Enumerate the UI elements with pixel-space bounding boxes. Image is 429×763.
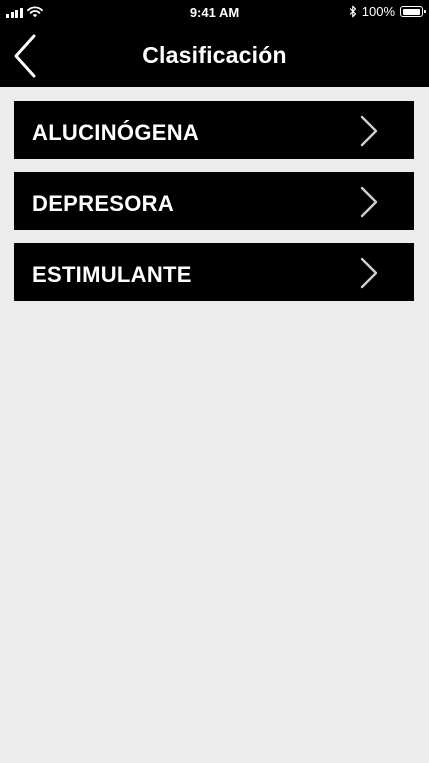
bluetooth-icon: [349, 5, 356, 18]
list-item[interactable]: ALUCINÓGENA: [14, 101, 414, 159]
battery-percentage: 100%: [361, 4, 395, 19]
list-item[interactable]: ESTIMULANTE: [14, 243, 414, 301]
list-item-label: DEPRESORA: [32, 191, 175, 216]
battery-fill: [402, 8, 420, 15]
list-item-label: ESTIMULANTE: [32, 262, 192, 287]
list-item[interactable]: DEPRESORA: [14, 172, 414, 230]
chevron-right-icon: [360, 257, 378, 289]
chevron-right-icon: [360, 186, 378, 218]
status-bar: 9:41 AM 100%: [0, 0, 429, 26]
battery-tip: [424, 10, 426, 13]
chevron-right-icon: [360, 115, 378, 147]
classification-list: ALUCINÓGENA DEPRESORA ESTIMULANTE: [14, 101, 414, 314]
battery-icon: [400, 6, 426, 17]
navigation-bar: Clasificación: [0, 26, 429, 87]
list-item-label: ALUCINÓGENA: [32, 120, 200, 145]
status-right: 100%: [349, 4, 426, 19]
page-title: Clasificación: [142, 42, 287, 68]
